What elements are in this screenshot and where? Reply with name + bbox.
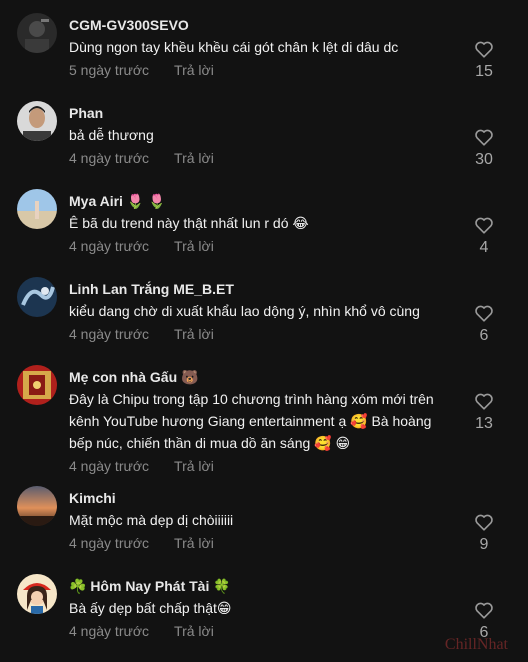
comment-text: Bà ấy dẹp bất chấp thật😁: [69, 600, 232, 616]
like-count: 13: [475, 415, 493, 432]
like-count: 30: [475, 151, 493, 168]
heart-icon[interactable]: [474, 304, 494, 322]
like-control: 6: [468, 304, 500, 346]
reply-button[interactable]: Trả lời: [174, 326, 214, 342]
like-count: 9: [479, 536, 489, 553]
comment-time: 4 ngày trước: [69, 535, 150, 551]
comment-body: CGM-GV300SEVO Dùng ngon tay khều khều cá…: [69, 16, 454, 79]
comment-text: kiểu dang chờ di xuất khẩu lao dộng ý, n…: [69, 303, 420, 319]
heart-icon[interactable]: [474, 513, 494, 531]
reply-button[interactable]: Trả lời: [174, 62, 214, 78]
like-count: 15: [475, 63, 493, 80]
reply-button[interactable]: Trả lời: [174, 535, 214, 551]
comment-body: ☘️ Hôm Nay Phát Tài 🍀 Bà ấy dẹp bất chấp…: [69, 577, 454, 640]
heart-icon[interactable]: [474, 216, 494, 234]
comment-body: Linh Lan Trắng ME_B.ET kiểu dang chờ di …: [69, 280, 454, 343]
comment-text: Ê bã du trend này thật nhất lun r dó 😂: [69, 215, 309, 231]
comment-meta: 4 ngày trước Trả lời: [69, 457, 454, 475]
like-count: 4: [479, 239, 489, 256]
comment-time: 4 ngày trước: [69, 623, 150, 639]
comment-meta: 4 ngày trước Trả lời: [69, 149, 454, 167]
heart-icon[interactable]: [474, 128, 494, 146]
comment-username[interactable]: CGM-GV300SEVO: [69, 16, 454, 34]
reply-button[interactable]: Trả lời: [174, 458, 214, 474]
like-control: 4: [468, 216, 500, 258]
comment-text: bả dễ thương: [69, 127, 154, 143]
comment-username[interactable]: Mya Airi 🌷 🌷: [69, 192, 454, 210]
watermark: ChillNhat: [444, 636, 508, 653]
comment-username[interactable]: ☘️ Hôm Nay Phát Tài 🍀: [69, 577, 454, 595]
comment-time: 4 ngày trước: [69, 326, 150, 342]
comment-text: Đây là Chipu trong tập 10 chương trình h…: [69, 391, 434, 451]
like-control: 9: [468, 513, 500, 555]
comment-body: Kimchi Mặt mộc mà dẹp dị chòiiiiii 4 ngà…: [69, 489, 454, 552]
comment-meta: 4 ngày trước Trả lời: [69, 325, 454, 343]
comment-meta: 5 ngày trước Trả lời: [69, 61, 454, 79]
reply-button[interactable]: Trả lời: [174, 150, 214, 166]
comment-username[interactable]: Mẹ con nhà Gấu 🐻: [69, 368, 454, 386]
comment-meta: 4 ngày trước Trả lời: [69, 622, 454, 640]
reply-button[interactable]: Trả lời: [174, 238, 214, 254]
comment-text: Dùng ngon tay khều khều cái gót chân k l…: [69, 39, 399, 55]
comment-meta: 4 ngày trước Trả lời: [69, 237, 454, 255]
avatar[interactable]: [17, 574, 57, 614]
avatar[interactable]: [17, 277, 57, 317]
comment-body: Mẹ con nhà Gấu 🐻 Đây là Chipu trong tập …: [69, 368, 454, 475]
avatar[interactable]: [17, 101, 57, 141]
heart-icon[interactable]: [474, 601, 494, 619]
avatar[interactable]: [17, 365, 57, 405]
reply-button[interactable]: Trả lời: [174, 623, 214, 639]
comment-body: Phan bả dễ thương 4 ngày trước Trả lời: [69, 104, 454, 167]
avatar[interactable]: [17, 486, 57, 526]
like-control: 30: [468, 128, 500, 170]
comment-time: 4 ngày trước: [69, 458, 150, 474]
comment-time: 4 ngày trước: [69, 150, 150, 166]
like-control: 15: [468, 40, 500, 82]
heart-icon[interactable]: [474, 40, 494, 58]
avatar[interactable]: [17, 13, 57, 53]
like-count: 6: [479, 327, 489, 344]
comment-username[interactable]: Kimchi: [69, 489, 454, 507]
comment-body: Mya Airi 🌷 🌷 Ê bã du trend này thật nhất…: [69, 192, 454, 255]
comment-username[interactable]: Phan: [69, 104, 454, 122]
comment-username[interactable]: Linh Lan Trắng ME_B.ET: [69, 280, 454, 298]
comment-text: Mặt mộc mà dẹp dị chòiiiiii: [69, 512, 234, 528]
comment-time: 5 ngày trước: [69, 62, 150, 78]
heart-icon[interactable]: [474, 392, 494, 410]
like-control: 13: [468, 392, 500, 434]
comment-meta: 4 ngày trước Trả lời: [69, 534, 454, 552]
comment-list: CGM-GV300SEVO Dùng ngon tay khều khều cá…: [0, 0, 528, 662]
avatar[interactable]: [17, 189, 57, 229]
comment-time: 4 ngày trước: [69, 238, 150, 254]
